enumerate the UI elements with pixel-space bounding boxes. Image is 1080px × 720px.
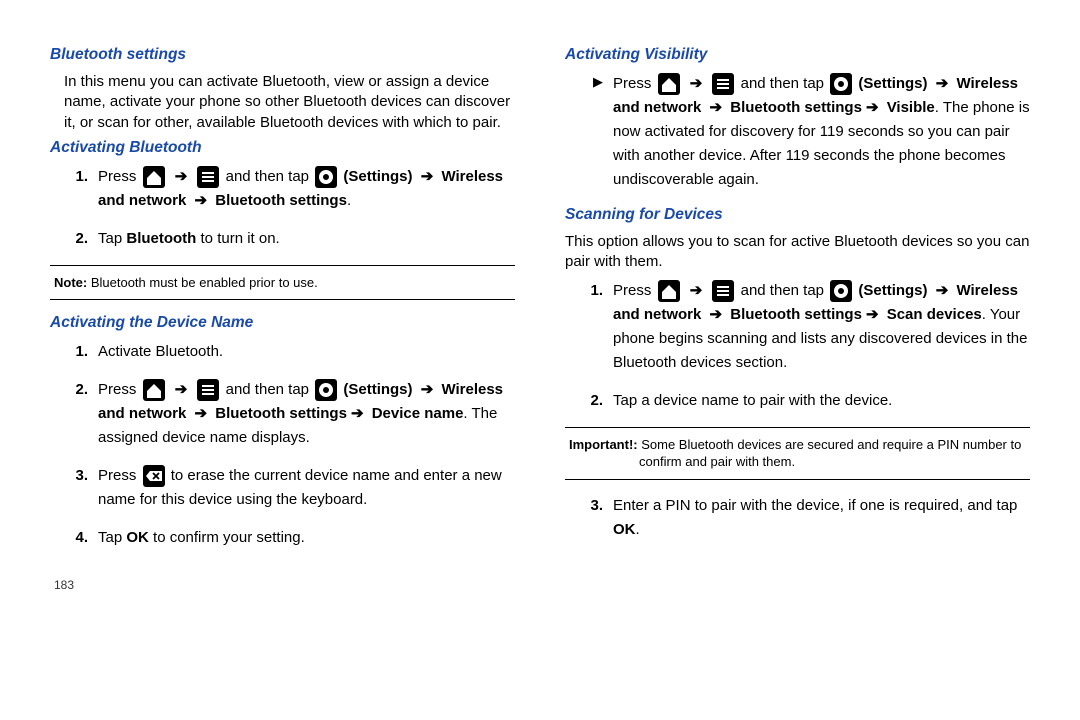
steps-activating-bluetooth: 1. Press ➔ and then tap (Settings) ➔ Wir…: [50, 165, 515, 251]
text-bold: Device name: [372, 405, 464, 422]
text-bold: OK: [613, 521, 636, 538]
para-scan-intro: This option allows you to scan for activ…: [565, 232, 1030, 273]
gear-icon: [315, 379, 337, 401]
triangle-bullet-icon: ▶: [565, 72, 613, 192]
text: Press: [98, 168, 141, 185]
text: and then tap: [226, 168, 314, 185]
gear-icon: [830, 280, 852, 302]
arrow-icon: ➔: [706, 306, 727, 323]
important-lead: Important!:: [569, 437, 638, 452]
step-body: Activate Bluetooth.: [98, 340, 515, 364]
arrow-icon: ➔: [171, 381, 192, 398]
heading-activating-bluetooth: Activating Bluetooth: [50, 139, 515, 157]
step-number: 4.: [50, 526, 98, 550]
text-bold: (Settings): [858, 282, 931, 299]
text-bold: Bluetooth: [126, 230, 196, 247]
arrow-icon: ➔: [862, 99, 883, 116]
step-body: Press to erase the current device name a…: [98, 464, 515, 512]
arrow-icon: ➔: [686, 75, 707, 92]
step-body: Press ➔ and then tap (Settings) ➔ Wirele…: [98, 165, 515, 213]
menu-icon: [712, 280, 734, 302]
text: .: [636, 521, 640, 538]
arrow-icon: ➔: [417, 168, 438, 185]
steps-device-name: 1. Activate Bluetooth. 2. Press ➔ and th…: [50, 340, 515, 550]
text-bold: Bluetooth settings: [730, 306, 862, 323]
text: Press: [98, 381, 141, 398]
arrow-icon: ➔: [706, 99, 727, 116]
bullet-visibility: ▶ Press ➔ and then tap (Settings) ➔ Wire…: [565, 72, 1030, 192]
note-lead: Note:: [54, 275, 87, 290]
arrow-icon: ➔: [686, 282, 707, 299]
step-number: 2.: [50, 227, 98, 251]
gear-icon: [315, 166, 337, 188]
step-body: Press ➔ and then tap (Settings) ➔ Wirele…: [613, 279, 1030, 375]
text-bold: Bluetooth settings: [730, 99, 862, 116]
step-number: 1.: [50, 165, 98, 213]
important-box: Important!: Some Bluetooth devices are s…: [565, 427, 1030, 480]
text-bold: Scan devices: [887, 306, 982, 323]
step-body: Tap Bluetooth to turn it on.: [98, 227, 515, 251]
right-column: Activating Visibility ▶ Press ➔ and then…: [565, 40, 1030, 690]
step-number: 1.: [565, 279, 613, 375]
text: to confirm your setting.: [149, 529, 305, 546]
text-bold: (Settings): [858, 75, 931, 92]
heading-visibility: Activating Visibility: [565, 46, 1030, 64]
text: Press: [98, 467, 141, 484]
left-column: Bluetooth settings In this menu you can …: [50, 40, 515, 690]
step-number: 1.: [50, 340, 98, 364]
text: to turn it on.: [196, 230, 279, 247]
text: and then tap: [226, 381, 314, 398]
menu-icon: [197, 166, 219, 188]
menu-icon: [197, 379, 219, 401]
step-body: Enter a PIN to pair with the device, if …: [613, 494, 1030, 542]
note-body: Bluetooth must be enabled prior to use.: [87, 275, 318, 290]
step-body: Tap a device name to pair with the devic…: [613, 389, 1030, 413]
arrow-icon: ➔: [191, 405, 212, 422]
heading-scanning: Scanning for Devices: [565, 206, 1030, 224]
text-bold: Visible: [887, 99, 935, 116]
text: Press: [613, 282, 656, 299]
text-bold: (Settings): [343, 381, 416, 398]
arrow-icon: ➔: [171, 168, 192, 185]
home-icon: [143, 166, 165, 188]
arrow-icon: ➔: [191, 192, 212, 209]
text: Press: [613, 75, 656, 92]
step-body: Tap OK to confirm your setting.: [98, 526, 515, 550]
steps-scanning-cont: 3. Enter a PIN to pair with the device, …: [565, 494, 1030, 542]
home-icon: [143, 379, 165, 401]
menu-icon: [712, 73, 734, 95]
arrow-icon: ➔: [862, 306, 883, 323]
arrow-icon: ➔: [932, 75, 953, 92]
step-number: 3.: [565, 494, 613, 542]
arrow-icon: ➔: [932, 282, 953, 299]
backspace-icon: [143, 465, 165, 487]
text-bold: Bluetooth settings: [215, 405, 347, 422]
arrow-icon: ➔: [347, 405, 368, 422]
home-icon: [658, 73, 680, 95]
text-bold: (Settings): [343, 168, 416, 185]
arrow-icon: ➔: [417, 381, 438, 398]
heading-device-name: Activating the Device Name: [50, 314, 515, 332]
para-bluetooth-intro: In this menu you can activate Bluetooth,…: [64, 72, 515, 133]
home-icon: [658, 280, 680, 302]
text: and then tap: [741, 282, 829, 299]
important-body: Some Bluetooth devices are secured and r…: [638, 437, 1022, 470]
heading-bluetooth-settings: Bluetooth settings: [50, 46, 515, 64]
step-body: Press ➔ and then tap (Settings) ➔ Wirele…: [98, 378, 515, 450]
step-body: Press ➔ and then tap (Settings) ➔ Wirele…: [613, 72, 1030, 192]
manual-page: Bluetooth settings In this menu you can …: [0, 0, 1080, 720]
text: and then tap: [741, 75, 829, 92]
step-number: 2.: [50, 378, 98, 450]
note-box: Note: Bluetooth must be enabled prior to…: [50, 265, 515, 301]
gear-icon: [830, 73, 852, 95]
text-bold: OK: [126, 529, 149, 546]
text: Tap: [98, 529, 126, 546]
step-number: 2.: [565, 389, 613, 413]
text-bold: Bluetooth settings: [215, 192, 347, 209]
text: Enter a PIN to pair with the device, if …: [613, 497, 1017, 514]
step-number: 3.: [50, 464, 98, 512]
steps-scanning: 1. Press ➔ and then tap (Settings) ➔ Wir…: [565, 279, 1030, 413]
text: Tap: [98, 230, 126, 247]
page-number: 183: [54, 578, 515, 592]
